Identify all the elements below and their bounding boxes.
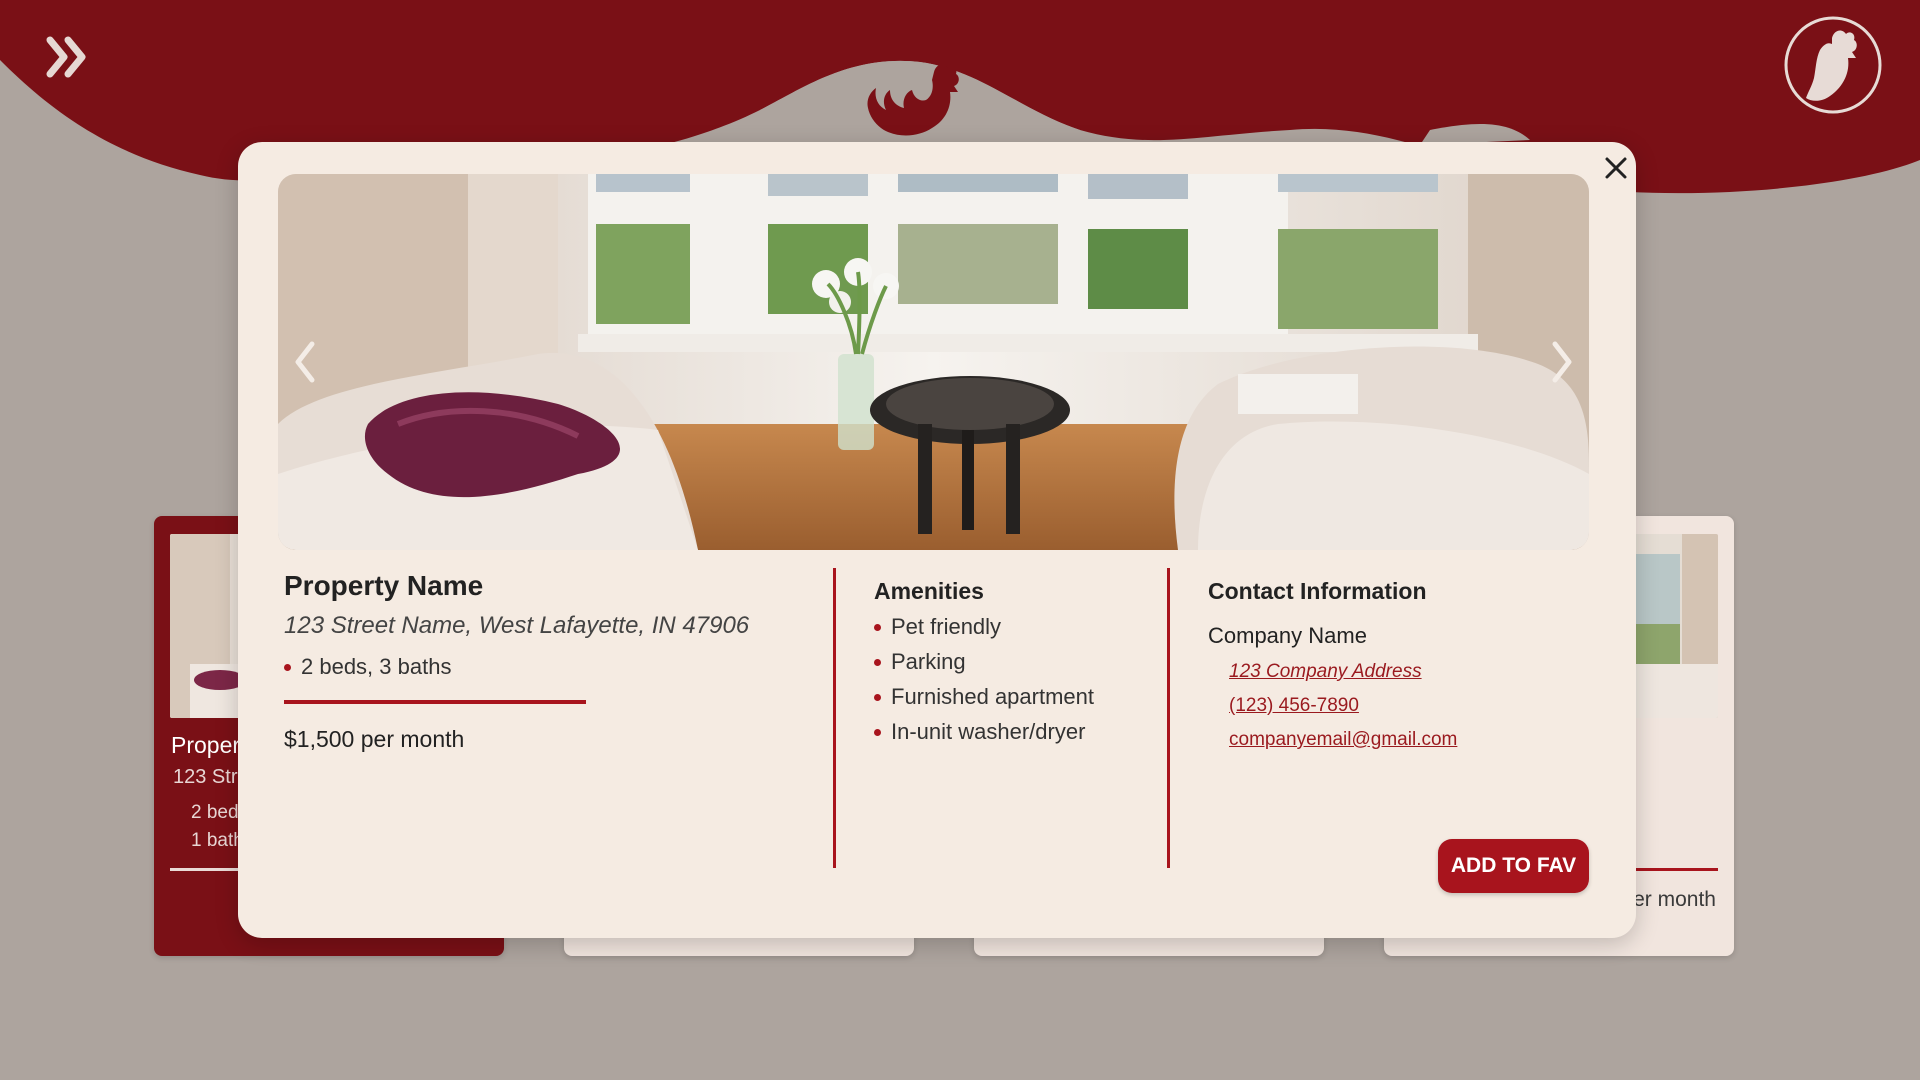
close-icon[interactable] — [1598, 150, 1634, 186]
column-divider — [833, 568, 836, 868]
amenity-item: Furnished apartment — [874, 684, 1164, 710]
amenity-label: Parking — [891, 649, 966, 674]
amenities-title: Amenities — [874, 578, 984, 604]
company-address-link[interactable]: 123 Company Address — [1229, 661, 1588, 683]
bullet-icon — [874, 623, 881, 631]
bullet-icon — [874, 693, 881, 701]
add-to-fav-button[interactable]: ADD TO FAV — [1438, 839, 1589, 893]
company-email-link[interactable]: companyemail@gmail.com — [1229, 729, 1588, 751]
amenity-label: Pet friendly — [891, 614, 1002, 639]
contact-section: Contact Information Company Name 123 Com… — [1208, 578, 1588, 751]
property-address: 123 Street Name, West Lafayette, IN 4790… — [284, 612, 750, 639]
rooster-icon — [867, 64, 959, 136]
photo-carousel[interactable] — [278, 174, 1589, 550]
contact-title: Contact Information — [1208, 578, 1427, 604]
property-info: Property Name 123 Street Name, West Lafa… — [284, 570, 804, 753]
column-divider — [1167, 568, 1170, 868]
amenity-item: Pet friendly — [874, 614, 1164, 640]
amenity-item: Parking — [874, 649, 1164, 675]
amenity-label: In-unit washer/dryer — [891, 719, 1086, 744]
beds-baths-text: 2 beds, 3 baths — [301, 654, 452, 679]
chevron-right-icon[interactable] — [1541, 334, 1581, 390]
rooster-avatar-icon[interactable] — [1784, 16, 1882, 114]
amenities-section: Amenities Pet friendly Parking Furnished… — [874, 578, 1164, 745]
company-phone-link[interactable]: (123) 456-7890 — [1229, 695, 1588, 717]
card-baths: 1 bath — [191, 830, 244, 851]
bullet-icon — [284, 663, 291, 671]
price-divider — [284, 700, 586, 704]
property-name: Property Name — [284, 570, 484, 601]
property-detail-modal: Property Name 123 Street Name, West Lafa… — [238, 142, 1636, 938]
company-name: Company Name — [1208, 623, 1367, 648]
property-price: $1,500 per month — [284, 726, 465, 752]
property-photo — [278, 174, 1589, 550]
amenity-item: In-unit washer/dryer — [874, 719, 1164, 745]
bullet-icon — [874, 658, 881, 666]
double-chevron-right-icon[interactable] — [44, 34, 94, 80]
bullet-icon — [874, 728, 881, 736]
chevron-left-icon[interactable] — [286, 334, 326, 390]
amenity-label: Furnished apartment — [891, 684, 1094, 709]
beds-baths: 2 beds, 3 baths — [284, 654, 804, 680]
